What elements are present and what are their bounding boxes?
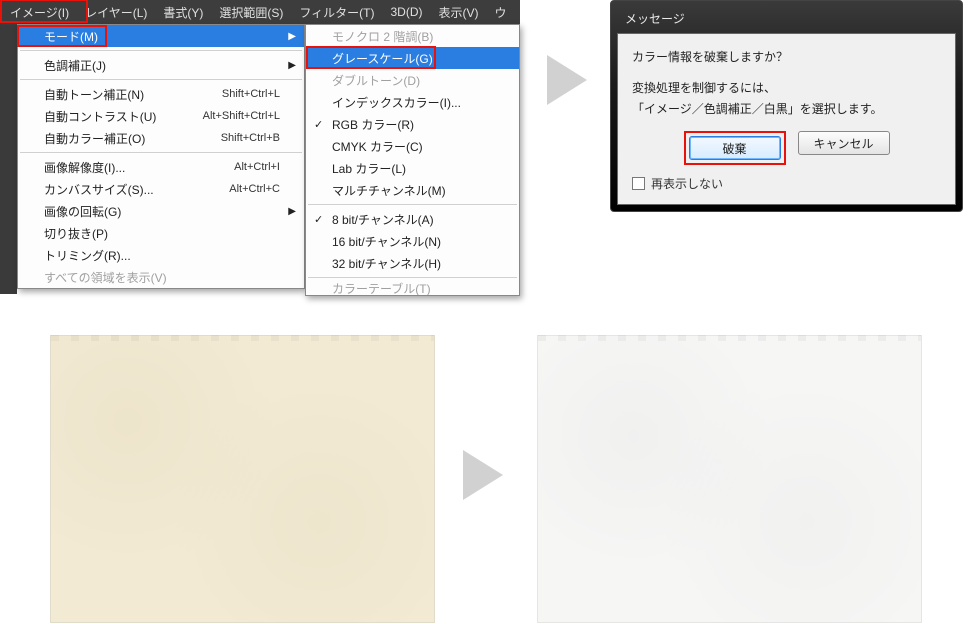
menu-item-label: モード(M) (44, 28, 98, 45)
menu-item-auto-color[interactable]: 自動カラー補正(O) Shift+Ctrl+B (18, 127, 304, 149)
mode-item-cmyk[interactable]: CMYK カラー(C) (306, 135, 519, 157)
menu-item-label: Lab カラー(L) (332, 160, 406, 177)
menu-separator (308, 277, 517, 278)
menu-select[interactable]: 選択範囲(S) (211, 0, 291, 25)
submenu-arrow-icon: ▶ (288, 60, 296, 71)
menu-item-auto-tone[interactable]: 自動トーン補正(N) Shift+Ctrl+L (18, 83, 304, 105)
menu-bar: イメージ(I) レイヤー(L) 書式(Y) 選択範囲(S) フィルター(T) 3… (0, 0, 520, 24)
menu-shortcut: Alt+Ctrl+I (234, 161, 280, 173)
menu-separator (20, 79, 302, 80)
submenu-arrow-icon: ▶ (288, 206, 296, 217)
mode-item-16bit[interactable]: 16 bit/チャンネル(N) (306, 230, 519, 252)
menu-shortcut: Shift+Ctrl+L (222, 88, 280, 100)
menu-item-label: RGB カラー(R) (332, 116, 414, 133)
image-menu-dropdown: モード(M) ▶ 色調補正(J) ▶ 自動トーン補正(N) Shift+Ctrl… (17, 24, 305, 289)
menu-item-label: 切り抜き(P) (44, 225, 108, 242)
mode-item-lab[interactable]: Lab カラー(L) (306, 157, 519, 179)
mode-submenu-dropdown: モノクロ 2 階調(B) グレースケール(G) ダブルトーン(D) インデックス… (305, 24, 520, 296)
menu-item-label: グレースケール(G) (332, 50, 433, 67)
check-icon: ✓ (314, 213, 323, 226)
mode-item-multichannel[interactable]: マルチチャンネル(M) (306, 179, 519, 201)
menu-item-show-all: すべての領域を表示(V) (18, 266, 304, 288)
menu-layer[interactable]: レイヤー(L) (77, 0, 155, 25)
menu-item-label: トリミング(R)... (44, 247, 131, 264)
menu-item-canvas-size[interactable]: カンバスサイズ(S)... Alt+Ctrl+C (18, 178, 304, 200)
mode-item-indexed[interactable]: インデックスカラー(I)... (306, 91, 519, 113)
mode-item-grayscale[interactable]: グレースケール(G) (306, 47, 519, 69)
mode-item-bitmap: モノクロ 2 階調(B) (306, 25, 519, 47)
menu-item-adjust[interactable]: 色調補正(J) ▶ (18, 54, 304, 76)
menu-item-image-rotation[interactable]: 画像の回転(G) ▶ (18, 200, 304, 222)
menu-item-label: インデックスカラー(I)... (332, 94, 461, 111)
dialog-body: カラー情報を破棄しますか？ 変換処理を制御するには、 「イメージ／色調補正／白黒… (617, 33, 956, 205)
menu-item-label: 32 bit/チャンネル(H) (332, 255, 441, 272)
discard-button[interactable]: 破棄 (689, 136, 781, 160)
mode-item-color-table: カラーテーブル(T) (306, 281, 519, 295)
menu-item-label: 自動コントラスト(U) (44, 108, 156, 125)
menu-item-label: 16 bit/チャンネル(N) (332, 233, 441, 250)
menu-truncated[interactable]: ウ (487, 0, 515, 25)
submenu-arrow-icon: ▶ (288, 31, 296, 42)
mode-item-duotone: ダブルトーン(D) (306, 69, 519, 91)
sample-image-before (50, 335, 435, 623)
menu-view[interactable]: 表示(V) (431, 0, 487, 25)
menu-filter[interactable]: フィルター(T) (291, 0, 382, 25)
dialog-title: メッセージ (617, 7, 956, 33)
sample-image-after (537, 335, 922, 623)
dont-show-again-label: 再表示しない (651, 175, 723, 192)
menu-separator (20, 152, 302, 153)
menu-shortcut: Alt+Shift+Ctrl+L (203, 110, 280, 122)
menu-item-label: モノクロ 2 階調(B) (332, 28, 433, 45)
menu-item-label: 画像解像度(I)... (44, 159, 125, 176)
menu-shortcut: Shift+Ctrl+B (221, 132, 280, 144)
menu-item-trim[interactable]: トリミング(R)... (18, 244, 304, 266)
menu-item-label: 自動カラー補正(O) (44, 130, 145, 147)
mode-item-rgb[interactable]: ✓ RGB カラー(R) (306, 113, 519, 135)
menu-item-label: 8 bit/チャンネル(A) (332, 211, 434, 228)
menu-shortcut: Alt+Ctrl+C (229, 183, 280, 195)
menu-separator (308, 204, 517, 205)
message-dialog: メッセージ カラー情報を破棄しますか？ 変換処理を制御するには、 「イメージ／色… (610, 0, 963, 212)
menu-3d[interactable]: 3D(D) (383, 1, 431, 23)
menu-item-label: カンバスサイズ(S)... (44, 181, 154, 198)
highlight-discard-button: 破棄 (684, 131, 786, 165)
menu-item-label: CMYK カラー(C) (332, 138, 423, 155)
mode-item-32bit[interactable]: 32 bit/チャンネル(H) (306, 252, 519, 274)
menu-item-label: 色調補正(J) (44, 57, 106, 74)
menu-item-label: すべての領域を表示(V) (44, 269, 167, 286)
dialog-text-line: カラー情報を破棄しますか？ (632, 48, 941, 65)
menu-item-image-size[interactable]: 画像解像度(I)... Alt+Ctrl+I (18, 156, 304, 178)
dialog-text-line: 「イメージ／色調補正／白黒」を選択します。 (632, 100, 941, 117)
menu-item-label: 自動トーン補正(N) (44, 86, 144, 103)
check-icon: ✓ (314, 118, 323, 131)
menu-image[interactable]: イメージ(I) (2, 0, 77, 25)
menu-item-label: カラーテーブル(T) (332, 281, 431, 295)
menu-item-label: マルチチャンネル(M) (332, 182, 446, 199)
menu-item-label: 画像の回転(G) (44, 203, 121, 220)
mode-item-8bit[interactable]: ✓ 8 bit/チャンネル(A) (306, 208, 519, 230)
step-arrow-icon (547, 55, 587, 105)
menu-item-auto-contrast[interactable]: 自動コントラスト(U) Alt+Shift+Ctrl+L (18, 105, 304, 127)
menu-item-label: ダブルトーン(D) (332, 72, 420, 89)
step-arrow-icon (463, 450, 503, 500)
dialog-text-line: 変換処理を制御するには、 (632, 79, 941, 96)
menu-item-mode[interactable]: モード(M) ▶ (18, 25, 304, 47)
menu-separator (20, 50, 302, 51)
checkbox-icon[interactable] (632, 177, 645, 190)
dont-show-again-row[interactable]: 再表示しない (632, 175, 941, 192)
cancel-button[interactable]: キャンセル (798, 131, 890, 155)
menu-item-crop[interactable]: 切り抜き(P) (18, 222, 304, 244)
dialog-button-row: 破棄 キャンセル (632, 131, 941, 165)
app-dark-background (0, 24, 17, 294)
menu-type[interactable]: 書式(Y) (155, 0, 211, 25)
